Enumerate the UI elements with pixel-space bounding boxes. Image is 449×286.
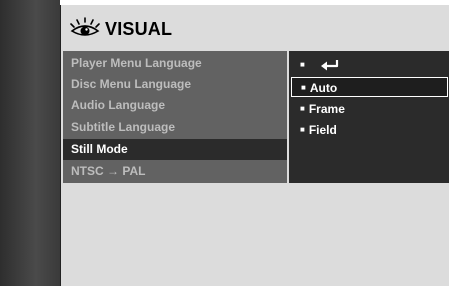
option-label: Frame xyxy=(308,102,345,116)
eye-icon xyxy=(70,17,100,36)
menu-item-audio-language[interactable]: Audio Language xyxy=(63,95,287,116)
header: VISUAL xyxy=(61,5,449,49)
menu-item-player-menu-language[interactable]: Player Menu Language xyxy=(63,53,287,74)
page-title: VISUAL xyxy=(105,19,173,39)
option-auto[interactable]: ■ Auto xyxy=(291,77,448,97)
bullet-icon: ■ xyxy=(301,83,306,92)
menu-item-subtitle-language[interactable]: Subtitle Language xyxy=(63,117,287,138)
option-field[interactable]: ■ Field xyxy=(291,120,448,140)
menu-item-ntsc-pal[interactable]: NTSC → PAL xyxy=(63,161,287,182)
bullet-icon: ■ xyxy=(300,60,305,69)
menu-item-still-mode[interactable]: Still Mode xyxy=(63,139,287,160)
bezel-left-edge xyxy=(0,0,60,286)
option-frame[interactable]: ■ Frame xyxy=(291,99,448,119)
return-option[interactable]: ■ xyxy=(291,55,448,75)
bullet-icon: ■ xyxy=(300,104,305,113)
settings-menu: Player Menu Language Disc Menu Language … xyxy=(63,51,287,183)
option-label: Field xyxy=(308,123,337,137)
osd-screen: VISUAL Player Menu Language Disc Menu La… xyxy=(60,5,449,286)
return-arrow-icon xyxy=(321,60,339,71)
menu-item-disc-menu-language[interactable]: Disc Menu Language xyxy=(63,74,287,95)
option-label: Auto xyxy=(309,81,338,95)
options-panel: ■ ■ Auto ■ Frame ■ Field xyxy=(289,51,449,183)
bullet-icon: ■ xyxy=(300,125,305,134)
